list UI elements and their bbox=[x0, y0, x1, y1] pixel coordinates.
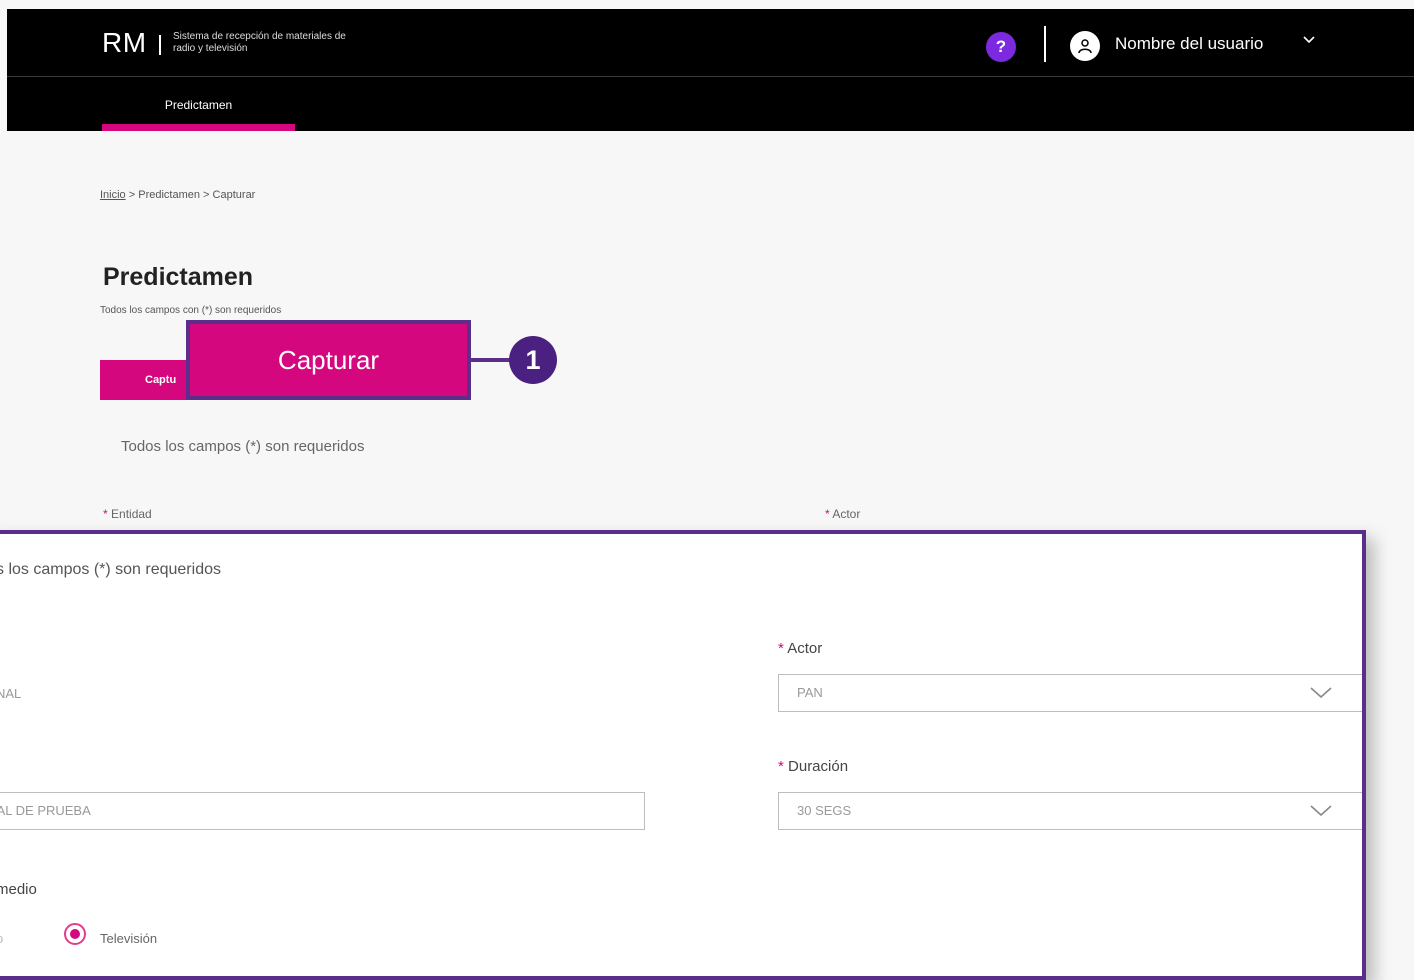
duracion-select[interactable]: 30 SEGS bbox=[778, 792, 1362, 830]
entidad-field[interactable]: NAL bbox=[0, 686, 21, 701]
chevron-down-icon bbox=[1310, 805, 1332, 816]
zoom-actor-label: * Actor bbox=[778, 640, 822, 657]
header-divider bbox=[1044, 26, 1046, 62]
breadcrumb-separator: > bbox=[200, 189, 213, 201]
help-icon[interactable]: ? bbox=[986, 32, 1016, 62]
user-icon[interactable] bbox=[1070, 31, 1100, 61]
system-name: Sistema de recepción de materiales de ra… bbox=[173, 31, 346, 54]
name-input-value: IAL DE PRUEBA bbox=[0, 803, 91, 818]
actor-select-value: PAN bbox=[797, 685, 823, 700]
callout-connector bbox=[471, 358, 511, 362]
required-fields-note: Todos los campos (*) son requeridos bbox=[121, 438, 365, 455]
logo-divider bbox=[159, 35, 161, 55]
callout-number-badge: 1 bbox=[509, 336, 557, 384]
header-top-row: RM Sistema de recepción de materiales de… bbox=[7, 9, 1414, 77]
user-name[interactable]: Nombre del usuario bbox=[1115, 34, 1263, 54]
radio-selected-dot bbox=[70, 929, 80, 939]
page-title: Predictamen bbox=[103, 263, 254, 291]
breadcrumb-separator: > bbox=[125, 189, 139, 201]
actor-label: * Actor bbox=[825, 507, 860, 521]
breadcrumb: Inicio > Predictamen > Capturar bbox=[100, 189, 255, 201]
actor-label-text: Actor bbox=[832, 507, 861, 521]
zoom-actor-label-text: Actor bbox=[787, 640, 823, 657]
name-input[interactable]: IAL DE PRUEBA bbox=[0, 792, 645, 830]
zoomed-form-panel: s los campos (*) son requeridos l NAL * … bbox=[0, 530, 1366, 980]
television-radio[interactable] bbox=[64, 923, 86, 945]
actor-select[interactable]: PAN bbox=[778, 674, 1362, 712]
tab-predictamen-label: Predictamen bbox=[164, 98, 233, 112]
required-star: * bbox=[103, 507, 108, 521]
chevron-down-icon[interactable] bbox=[1302, 33, 1316, 51]
zoom-duracion-label: * Duración bbox=[778, 758, 848, 775]
breadcrumb-current: Capturar bbox=[212, 189, 256, 201]
breadcrumb-home-link[interactable]: Inicio bbox=[100, 189, 126, 201]
chevron-down-icon bbox=[1310, 687, 1332, 698]
radio-other-label[interactable]: o bbox=[0, 931, 3, 946]
breadcrumb-section: Predictamen bbox=[138, 189, 200, 201]
app-logo[interactable]: RM bbox=[102, 27, 147, 59]
zoom-medio-label: medio bbox=[0, 881, 37, 898]
required-star: * bbox=[778, 758, 784, 775]
entidad-label-text: Entidad bbox=[111, 507, 152, 521]
television-radio-label[interactable]: Televisión bbox=[100, 931, 157, 946]
zoom-duracion-label-text: Duración bbox=[788, 758, 849, 775]
required-fields-note: Todos los campos con (*) son requeridos bbox=[100, 305, 282, 316]
callout-capture-button[interactable]: Capturar bbox=[186, 320, 471, 400]
required-star: * bbox=[825, 507, 830, 521]
entidad-label: * Entidad bbox=[103, 507, 152, 521]
duracion-select-value: 30 SEGS bbox=[797, 803, 852, 818]
required-star: * bbox=[778, 640, 784, 657]
app-header: RM Sistema de recepción de materiales de… bbox=[7, 9, 1414, 131]
tab-predictamen[interactable]: Predictamen bbox=[102, 76, 295, 131]
zoom-required-note: s los campos (*) son requeridos bbox=[0, 561, 221, 578]
active-tab-indicator bbox=[102, 124, 295, 131]
